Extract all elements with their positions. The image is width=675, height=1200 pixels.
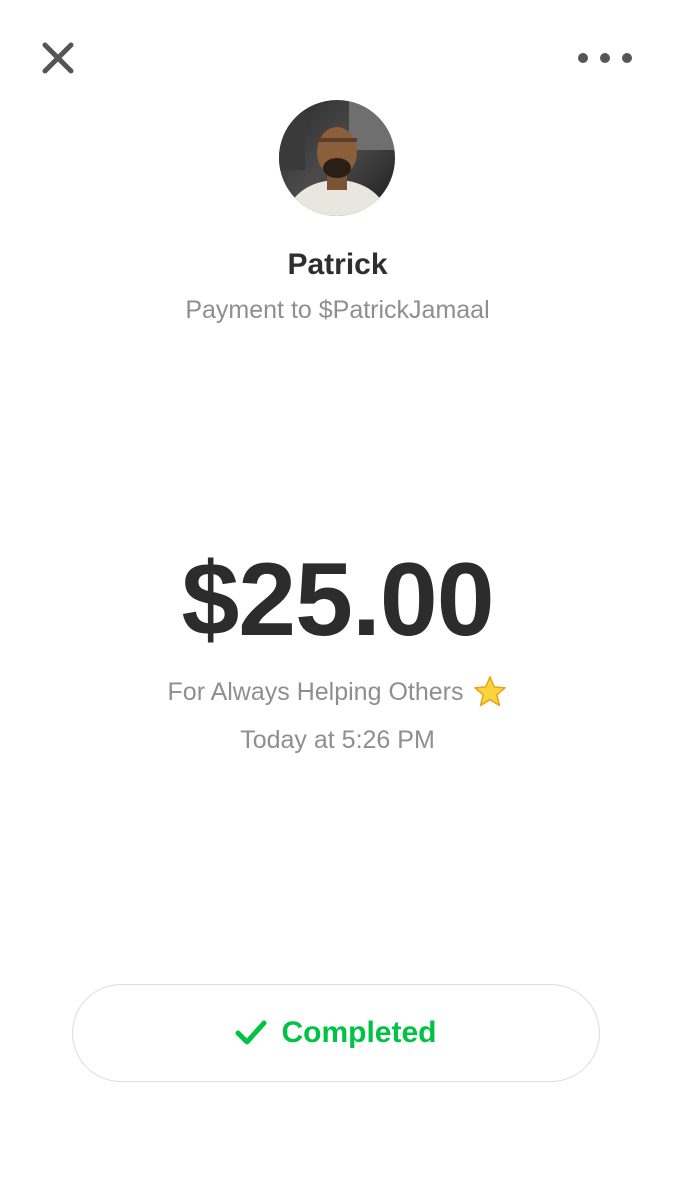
payment-note: For Always Helping Others bbox=[0, 672, 675, 712]
payment-recipient-line: Payment to $PatrickJamaal bbox=[185, 296, 490, 324]
star-icon bbox=[474, 676, 507, 707]
payment-amount: $25.00 bbox=[181, 542, 494, 658]
recipient-name: Patrick bbox=[287, 248, 388, 281]
close-icon bbox=[42, 42, 74, 74]
status-label: Completed bbox=[281, 1016, 437, 1049]
checkmark-icon bbox=[235, 1020, 267, 1045]
payment-receipt-screen: Patrick Payment to $PatrickJamaal $25.00… bbox=[0, 0, 675, 1200]
avatar bbox=[279, 100, 395, 216]
more-options-button[interactable] bbox=[572, 38, 638, 78]
payment-timestamp: Today at 5:26 PM bbox=[240, 726, 435, 754]
close-button[interactable] bbox=[36, 36, 80, 80]
payment-note-text: For Always Helping Others bbox=[167, 678, 464, 706]
status-badge: Completed bbox=[72, 984, 600, 1082]
more-options-icon bbox=[578, 53, 632, 63]
